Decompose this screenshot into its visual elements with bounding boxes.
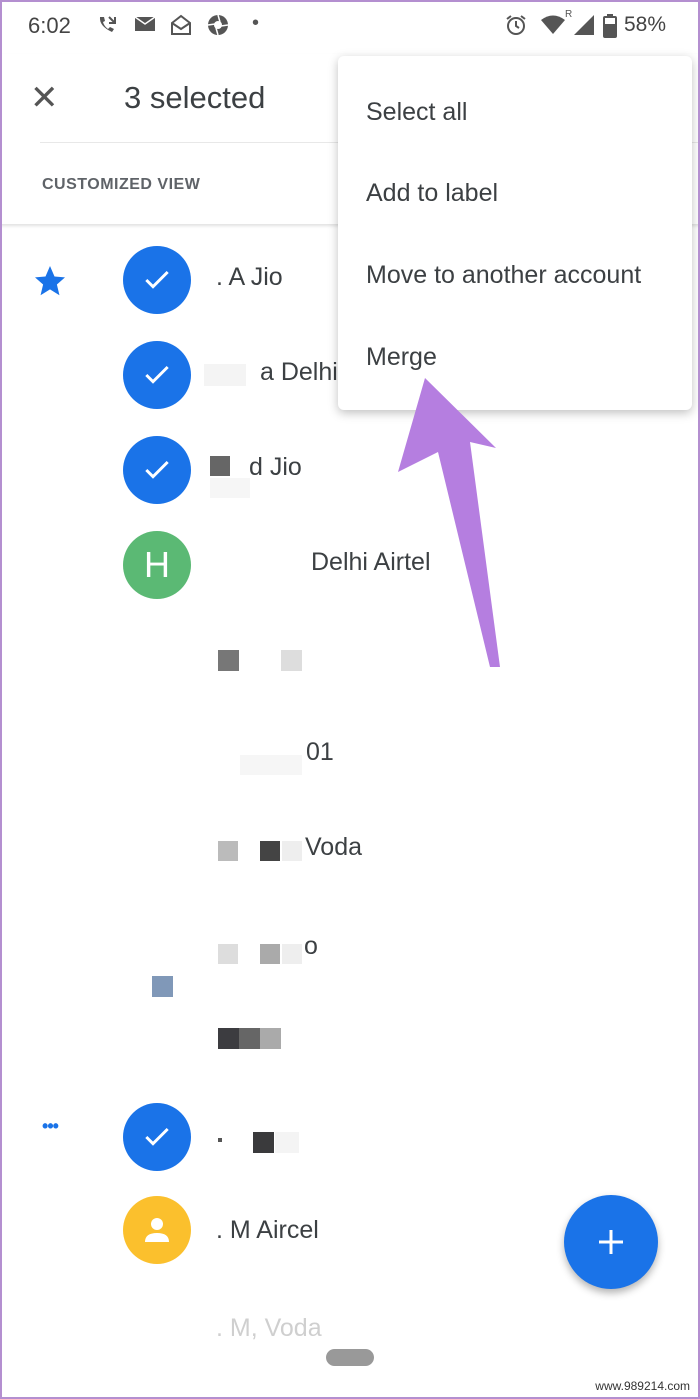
annotation-arrow (398, 378, 500, 667)
arrow-shape (398, 378, 500, 667)
